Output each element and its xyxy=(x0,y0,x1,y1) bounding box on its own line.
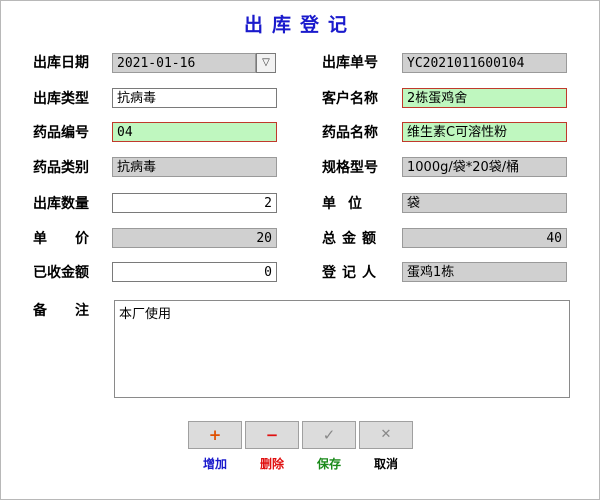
remark-label: 备注 xyxy=(33,303,117,319)
out-no-label: 出库单号 xyxy=(322,55,378,71)
out-type-input[interactable]: 抗病毒 xyxy=(112,88,277,108)
spec-label: 规格型号 xyxy=(322,160,378,176)
unit-label: 单位 xyxy=(322,196,374,212)
spec-field: 1000g/袋*20袋/桶 xyxy=(402,157,567,177)
quantity-input[interactable]: 2 xyxy=(112,193,277,213)
drug-code-label: 药品编号 xyxy=(33,125,89,141)
unit-price-field: 20 xyxy=(112,228,277,248)
customer-input[interactable]: 2栋蛋鸡舍 xyxy=(402,88,567,108)
delete-button-label: 删除 xyxy=(259,457,284,471)
received-label: 已收金额 xyxy=(33,265,89,281)
registrant-field: 蛋鸡1栋 xyxy=(402,262,567,282)
registrant-label: 登记人 xyxy=(322,265,382,281)
received-input[interactable]: 0 xyxy=(112,262,277,282)
window-frame xyxy=(0,0,600,500)
add-button[interactable]: + xyxy=(188,421,242,449)
out-no-field: YC2021011600104 xyxy=(402,53,567,73)
drug-category-label: 药品类别 xyxy=(33,160,89,176)
x-icon: ✕ xyxy=(380,427,392,442)
date-dropdown-button[interactable]: ▽ xyxy=(256,53,276,73)
customer-label: 客户名称 xyxy=(322,91,378,107)
delete-button[interactable]: − xyxy=(245,421,299,449)
chevron-down-icon: ▽ xyxy=(262,57,270,68)
total-field: 40 xyxy=(402,228,567,248)
save-button-label: 保存 xyxy=(316,457,341,471)
unit-field: 袋 xyxy=(402,193,567,213)
out-date-input[interactable]: 2021-01-16 xyxy=(112,53,256,73)
save-button[interactable]: ✓ xyxy=(302,421,356,449)
page-title: 出库登记 xyxy=(243,14,356,36)
quantity-label: 出库数量 xyxy=(33,196,89,212)
total-label: 总金额 xyxy=(322,231,382,247)
minus-icon: − xyxy=(265,426,279,444)
plus-icon: + xyxy=(208,426,222,444)
out-date-label: 出库日期 xyxy=(33,55,89,71)
remark-textarea[interactable]: 本厂使用 xyxy=(114,300,570,398)
drug-category-field: 抗病毒 xyxy=(112,157,277,177)
cancel-button-label: 取消 xyxy=(373,457,398,471)
unit-price-label: 单价 xyxy=(33,231,117,247)
cancel-button[interactable]: ✕ xyxy=(359,421,413,449)
check-icon: ✓ xyxy=(322,426,336,444)
drug-name-label: 药品名称 xyxy=(322,125,378,141)
drug-code-input[interactable]: 04 xyxy=(112,122,277,142)
out-type-label: 出库类型 xyxy=(33,91,89,107)
add-button-label: 增加 xyxy=(202,457,227,471)
drug-name-input[interactable]: 维生素C可溶性粉 xyxy=(402,122,567,142)
